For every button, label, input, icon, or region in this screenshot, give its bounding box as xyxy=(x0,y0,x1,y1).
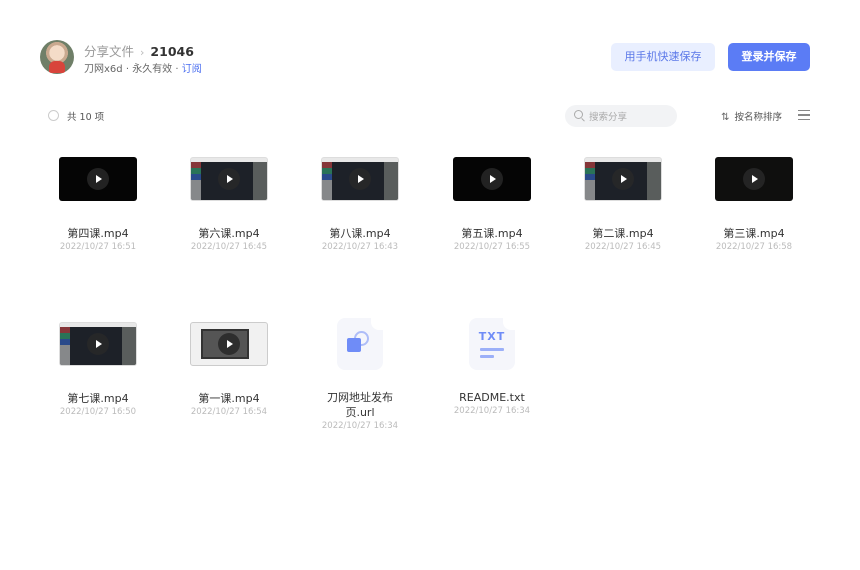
validity-text: 永久有效 xyxy=(132,64,173,75)
list-view-icon[interactable] xyxy=(798,110,810,120)
login-save-button[interactable]: 登录并保存 xyxy=(728,43,810,71)
file-name: 第四课.mp4 xyxy=(67,227,129,240)
txt-file-icon: TXT xyxy=(469,318,515,370)
video-thumbnail xyxy=(190,157,268,201)
breadcrumb-separator-icon: › xyxy=(140,46,145,59)
file-item[interactable]: 第八课.mp4 2022/10/27 16:43 xyxy=(308,157,412,252)
file-name: README.txt xyxy=(459,391,525,404)
play-icon xyxy=(743,168,765,190)
file-item[interactable]: 第三课.mp4 2022/10/27 16:58 xyxy=(702,157,806,252)
file-date: 2022/10/27 16:34 xyxy=(321,421,399,431)
url-file-icon xyxy=(337,318,383,370)
avatar[interactable] xyxy=(40,40,74,74)
video-thumbnail xyxy=(190,322,268,366)
file-item[interactable]: TXT README.txt 2022/10/27 16:34 xyxy=(440,318,544,416)
file-name: 第七课.mp4 xyxy=(67,392,129,405)
txt-icon-label: TXT xyxy=(478,330,506,343)
file-name: 刀网地址发布页.url xyxy=(327,391,393,419)
subscribe-link[interactable]: 订阅 xyxy=(182,64,202,75)
video-thumbnail xyxy=(715,157,793,201)
file-date: 2022/10/27 16:54 xyxy=(190,407,268,417)
video-thumbnail xyxy=(453,157,531,201)
file-name: 第五课.mp4 xyxy=(461,227,523,240)
file-date: 2022/10/27 16:45 xyxy=(190,242,268,252)
play-icon xyxy=(87,168,109,190)
play-icon xyxy=(349,168,371,190)
file-date: 2022/10/27 16:34 xyxy=(453,406,531,416)
video-thumbnail xyxy=(59,157,137,201)
file-date: 2022/10/27 16:58 xyxy=(715,242,793,252)
breadcrumb-root[interactable]: 分享文件 xyxy=(84,44,134,59)
file-item[interactable]: 第一课.mp4 2022/10/27 16:54 xyxy=(177,322,281,417)
play-icon xyxy=(612,168,634,190)
sort-icon: ⇅ xyxy=(721,112,730,123)
video-thumbnail xyxy=(59,322,137,366)
file-name: 第六课.mp4 xyxy=(198,227,260,240)
mobile-save-button[interactable]: 用手机快速保存 xyxy=(611,43,715,71)
file-date: 2022/10/27 16:50 xyxy=(59,407,137,417)
file-name: 第三课.mp4 xyxy=(723,227,785,240)
sort-label: 按名称排序 xyxy=(734,112,782,123)
file-date: 2022/10/27 16:43 xyxy=(321,242,399,252)
file-date: 2022/10/27 16:55 xyxy=(453,242,531,252)
file-item[interactable]: 刀网地址发布页.url 2022/10/27 16:34 xyxy=(308,318,412,431)
item-count: 共 10 项 xyxy=(67,112,105,123)
select-all-checkbox[interactable] xyxy=(48,110,59,121)
video-thumbnail xyxy=(584,157,662,201)
file-name: 第二课.mp4 xyxy=(592,227,654,240)
file-item[interactable]: 第二课.mp4 2022/10/27 16:45 xyxy=(571,157,675,252)
sort-button[interactable]: ⇅ 按名称排序 xyxy=(721,109,782,123)
file-name: 第八课.mp4 xyxy=(329,227,391,240)
file-name: 第一课.mp4 xyxy=(198,392,260,405)
file-toolbar: 共 10 项 搜索分享 ⇅ 按名称排序 xyxy=(48,105,810,127)
play-icon xyxy=(218,333,240,355)
search-icon xyxy=(574,110,583,119)
file-item[interactable]: 第五课.mp4 2022/10/27 16:55 xyxy=(440,157,544,252)
video-thumbnail xyxy=(321,157,399,201)
file-item[interactable]: 第七课.mp4 2022/10/27 16:50 xyxy=(46,322,150,417)
file-item[interactable]: 第四课.mp4 2022/10/27 16:51 xyxy=(46,157,150,252)
owner-name[interactable]: 刀网x6d xyxy=(84,64,123,75)
search-placeholder: 搜索分享 xyxy=(589,112,628,123)
share-header: 分享文件 › 21046 刀网x6d · 永久有效 · 订阅 用手机快速保存 登录并… xyxy=(40,40,810,76)
breadcrumb-current: 21046 xyxy=(150,44,194,59)
play-icon xyxy=(481,168,503,190)
play-icon xyxy=(87,333,109,355)
file-date: 2022/10/27 16:45 xyxy=(584,242,662,252)
share-info: 刀网x6d · 永久有效 · 订阅 xyxy=(84,64,202,75)
play-icon xyxy=(218,168,240,190)
search-input[interactable]: 搜索分享 xyxy=(565,105,677,127)
file-item[interactable]: 第六课.mp4 2022/10/27 16:45 xyxy=(177,157,281,252)
file-date: 2022/10/27 16:51 xyxy=(59,242,137,252)
breadcrumb: 分享文件 › 21046 xyxy=(84,41,194,60)
